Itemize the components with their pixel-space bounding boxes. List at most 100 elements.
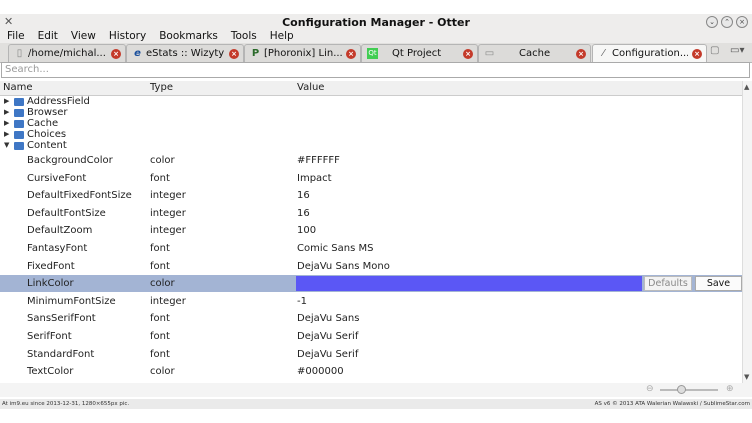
estats-icon: e [134, 48, 141, 59]
setting-type: integer [150, 190, 186, 202]
page-icon: ▯ [16, 48, 23, 59]
tab-cache[interactable]: ▭ Cache × [478, 44, 591, 62]
zoom-in-icon[interactable]: ⊕ [726, 384, 734, 394]
menu-view[interactable]: View [64, 29, 102, 43]
setting-value[interactable]: 16 [297, 187, 310, 204]
setting-row[interactable]: StandardFont font DejaVu Serif [0, 346, 742, 363]
column-header-name[interactable]: Name [3, 81, 33, 95]
close-window-button[interactable]: × [736, 16, 748, 28]
tab-qt-project[interactable]: Qt Qt Project × [361, 44, 478, 62]
setting-name: DefaultFontSize [27, 207, 106, 219]
qt-icon: Qt [367, 48, 378, 59]
setting-row[interactable]: SansSerifFont font DejaVu Sans [0, 310, 742, 327]
tab-estats[interactable]: e eStats :: Wizyty × [126, 44, 244, 62]
expand-arrow-icon[interactable]: ▶ [4, 96, 9, 107]
window-controls: ⌄ ⌃ × [706, 16, 748, 28]
menu-file[interactable]: File [0, 29, 31, 43]
menu-help[interactable]: Help [263, 29, 300, 43]
folder-icon [14, 109, 24, 117]
setting-type: font [150, 172, 170, 184]
close-tab-icon[interactable]: × [346, 49, 356, 59]
folder-browser[interactable]: ▶ Browser [0, 107, 742, 118]
expand-arrow-icon[interactable]: ▶ [4, 118, 9, 129]
close-tab-icon[interactable]: × [463, 49, 473, 59]
setting-row[interactable]: MinimumFontSize integer -1 [0, 293, 742, 310]
menu-edit[interactable]: Edit [31, 29, 64, 43]
setting-row[interactable]: BackgroundColor color #FFFFFF [0, 152, 742, 169]
tab-label: Configuration... [612, 48, 688, 59]
tab-list-menu-icon[interactable]: ▭▾ [730, 45, 744, 56]
expand-arrow-icon[interactable]: ▶ [4, 107, 9, 118]
setting-row[interactable]: DefaultFontSize integer 16 [0, 205, 742, 222]
setting-value[interactable]: DejaVu Sans Mono [297, 258, 390, 275]
setting-value[interactable]: -1 [297, 293, 307, 310]
folder-choices[interactable]: ▶ Choices [0, 129, 742, 140]
setting-value[interactable]: #FFFFFF [297, 152, 340, 169]
setting-value[interactable]: 16 [297, 205, 310, 222]
setting-name: StandardFont [27, 348, 95, 360]
setting-row[interactable]: LinkColor color Defaults Save [0, 275, 742, 293]
setting-row[interactable]: FixedFont font DejaVu Sans Mono [0, 258, 742, 275]
search-input[interactable]: Search... [1, 62, 750, 78]
zoom-slider[interactable] [660, 389, 718, 391]
scroll-down-icon[interactable]: ▼ [744, 373, 749, 381]
close-tab-icon[interactable]: × [111, 49, 121, 59]
new-tab-icon[interactable]: ▢ [710, 45, 719, 56]
menu-bookmarks[interactable]: Bookmarks [152, 29, 224, 43]
defaults-button[interactable]: Defaults [644, 276, 692, 292]
color-value-editor[interactable] [296, 276, 642, 292]
setting-row[interactable]: DefaultZoom integer 100 [0, 222, 742, 239]
tab-phoronix[interactable]: P [Phoronix] Lin... × [244, 44, 361, 62]
folder-icon [14, 120, 24, 128]
setting-value[interactable]: Impact [297, 170, 332, 187]
column-header-type[interactable]: Type [150, 81, 173, 95]
setting-value[interactable]: DejaVu Serif [297, 346, 358, 363]
tab-label: eStats :: Wizyty [146, 48, 225, 59]
config-tree: Name Type Value ▶ AddressField ▶ Browser… [0, 81, 752, 383]
setting-value[interactable]: 100 [297, 222, 316, 239]
watermark-footer: At im9.eu since 2013-12-31, 1280×655px p… [0, 399, 752, 409]
expand-arrow-icon[interactable]: ▶ [4, 129, 9, 140]
zoom-slider-handle[interactable] [677, 385, 686, 394]
setting-row[interactable]: FantasyFont font Comic Sans MS [0, 240, 742, 257]
setting-name: TextColor [27, 366, 74, 378]
setting-row[interactable]: TextColor color #000000 [0, 363, 742, 380]
menu-history[interactable]: History [102, 29, 152, 43]
folder-icon [14, 142, 24, 150]
tab-home[interactable]: ▯ /home/michal... × [8, 44, 126, 62]
folder-content[interactable]: ▼ Content [0, 140, 742, 151]
maximize-button[interactable]: ⌃ [721, 16, 733, 28]
setting-value[interactable]: DejaVu Sans [297, 310, 359, 327]
vertical-scrollbar[interactable]: ▲ ▼ [742, 81, 752, 383]
setting-row[interactable]: DefaultFixedFontSize integer 16 [0, 187, 742, 204]
setting-value[interactable]: Comic Sans MS [297, 240, 373, 257]
setting-value[interactable]: DejaVu Serif [297, 328, 358, 345]
status-bar: ⊖ ⊕ [0, 383, 752, 397]
scroll-up-icon[interactable]: ▲ [744, 83, 749, 91]
tab-configuration[interactable]: ⁄ Configuration... × [592, 44, 707, 63]
save-button[interactable]: Save [695, 276, 742, 292]
tab-label: /home/michal... [28, 48, 106, 59]
setting-row[interactable]: CursiveFont font Impact [0, 170, 742, 187]
folder-addressfield[interactable]: ▶ AddressField [0, 96, 742, 107]
setting-type: font [150, 331, 170, 342]
tab-bar: ▯ /home/michal... × e eStats :: Wizyty ×… [0, 43, 752, 63]
column-header-value[interactable]: Value [297, 81, 324, 95]
tab-label: Cache [519, 48, 551, 59]
close-tab-icon[interactable]: × [692, 49, 702, 59]
collapse-arrow-icon[interactable]: ▼ [4, 140, 9, 151]
setting-row[interactable]: SerifFont font DejaVu Serif [0, 328, 742, 345]
setting-type: font [150, 313, 170, 325]
folder-cache[interactable]: ▶ Cache [0, 118, 742, 129]
zoom-out-icon[interactable]: ⊖ [646, 384, 654, 394]
folder-icon [14, 98, 24, 106]
close-tab-icon[interactable]: × [229, 49, 239, 59]
setting-type: color [150, 366, 175, 378]
setting-type: font [150, 243, 170, 254]
tab-label: Qt Project [392, 48, 442, 59]
menu-tools[interactable]: Tools [224, 29, 263, 43]
minimize-button[interactable]: ⌄ [706, 16, 718, 28]
setting-name: SerifFont [27, 331, 72, 342]
close-tab-icon[interactable]: × [576, 49, 586, 59]
setting-value[interactable]: #000000 [297, 363, 344, 380]
